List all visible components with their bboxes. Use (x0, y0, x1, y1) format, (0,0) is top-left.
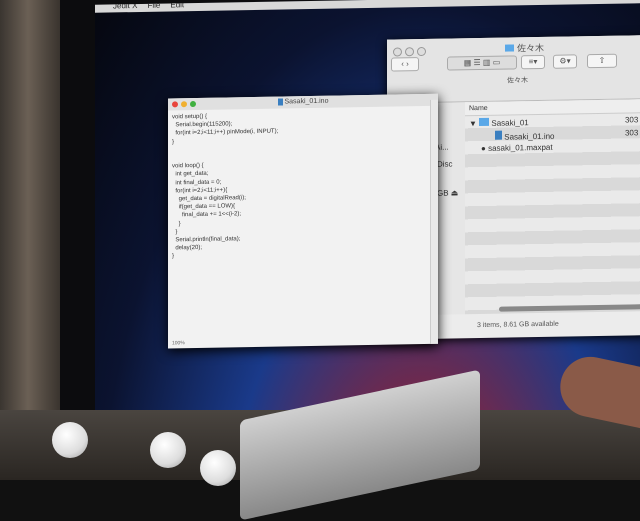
view-mode-buttons[interactable]: ▦ ☰ ▥ ▭ (447, 55, 517, 71)
editor-window: Sasaki_01.ino void setup() { Serial.begi… (168, 93, 438, 349)
arcade-button (52, 422, 88, 458)
folder-icon (479, 117, 490, 127)
finder-title: 佐々木 (505, 41, 544, 55)
file-list: Name ▼ Sasaki_01303 b Sasaki_01.ino303 b… (465, 99, 640, 315)
code-editor[interactable]: void setup() { Serial.begin(115200); for… (168, 106, 438, 264)
editor-title: Sasaki_01.ino (284, 97, 329, 106)
zoom-level[interactable]: 100% (172, 340, 185, 346)
back-forward-buttons[interactable]: ‹ › (391, 57, 419, 72)
vertical-scrollbar[interactable] (430, 99, 438, 344)
minimize-button[interactable] (181, 101, 187, 108)
maxpat-file-icon: ● (481, 143, 486, 154)
close-button[interactable] (172, 101, 178, 108)
list-item[interactable]: ● sasaki_01.maxpat3 (465, 139, 640, 155)
arrange-button[interactable]: ≡▾ (521, 54, 545, 70)
share-button[interactable]: ⇧ (587, 53, 617, 69)
path-title: 佐々木 (507, 77, 528, 85)
minimize-button[interactable] (405, 47, 414, 57)
disclosure-triangle[interactable]: ▼ (469, 119, 477, 128)
file-icon (277, 98, 283, 106)
arcade-button (150, 432, 186, 468)
file-icon (495, 130, 502, 140)
zoom-button[interactable] (417, 46, 426, 57)
arcade-button (200, 450, 236, 486)
zoom-button[interactable] (190, 100, 196, 108)
close-button[interactable] (393, 47, 402, 57)
folder-icon (505, 44, 514, 52)
gear-icon[interactable]: ⚙▾ (553, 54, 577, 69)
